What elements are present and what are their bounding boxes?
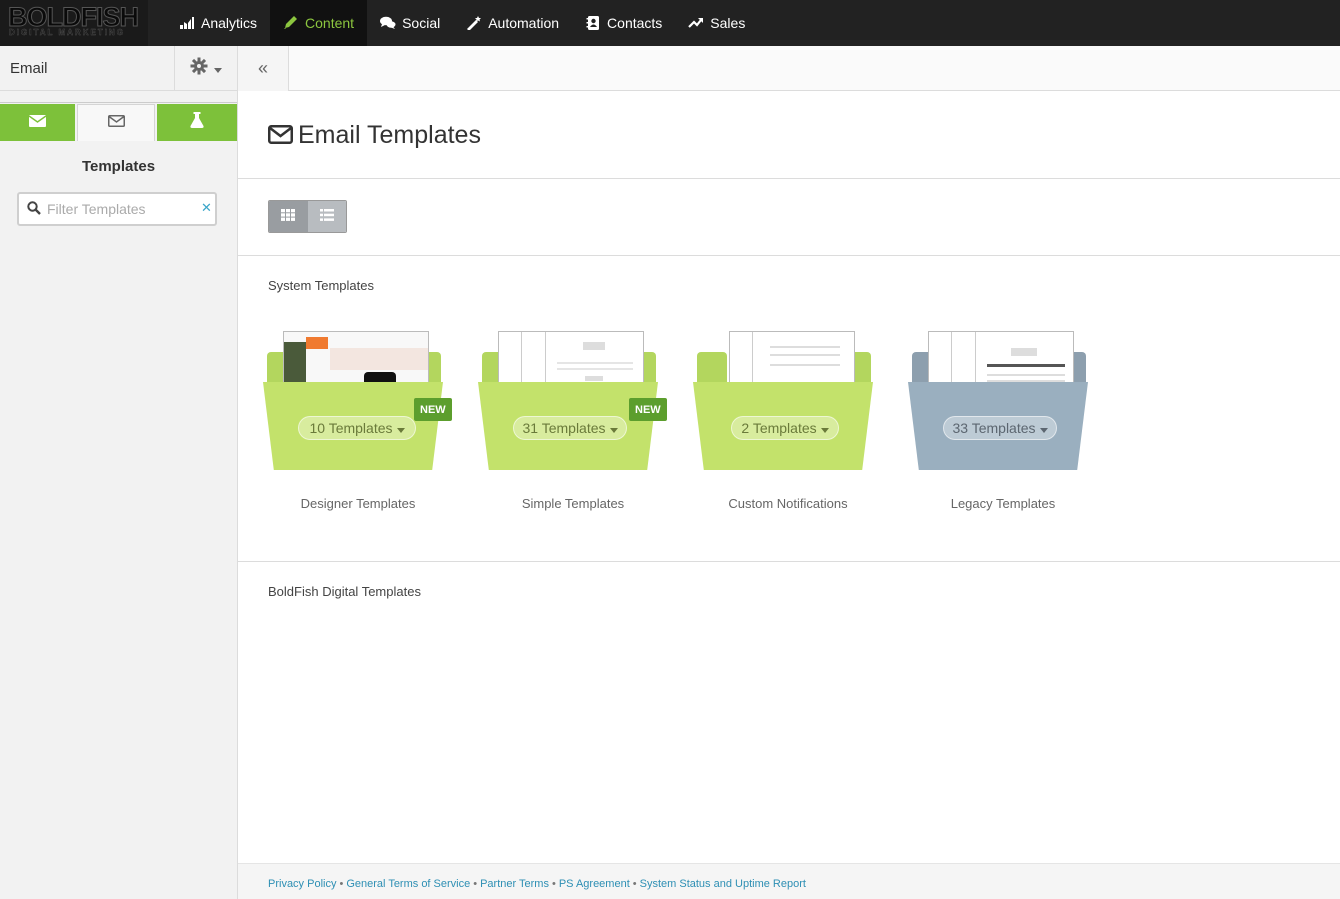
settings-dropdown-button[interactable] [174,46,237,91]
nav-analytics[interactable]: Analytics [166,0,270,46]
page-title: Email Templates [298,121,481,149]
footer-separator: • [551,878,556,890]
logo-wordmark: BOLDFISH [8,2,140,32]
chart-icon [179,16,195,30]
templates-count-label: 31 Templates [522,420,606,436]
magic-wand-icon [466,16,482,31]
logo-tagline: DIGITAL MARKETING [9,28,125,37]
system-status-link[interactable]: System Status and Uptime Report [640,878,806,890]
templates-count-label: 2 Templates [741,420,817,436]
terms-of-service-link[interactable]: General Terms of Service [346,878,470,890]
caret-down-icon [820,420,829,436]
caret-down-icon [609,420,618,436]
templates-count-dropdown[interactable]: 31 Templates [513,416,627,440]
nav-contacts[interactable]: Contacts [572,0,675,46]
caret-down-icon [214,60,222,78]
main-content: « Email Templates System Templates 10 Te… [238,46,1340,899]
nav-social[interactable]: Social [367,0,453,46]
main-toolbar: « [238,46,1340,91]
folder-name[interactable]: Designer Templates [263,496,453,511]
sidebar-tabs [0,104,237,141]
nav-label: Social [402,15,441,31]
sidebar-subbar [0,93,237,103]
sidebar-title: Email [10,60,48,77]
page-header: Email Templates [238,91,1340,179]
nav-content[interactable]: Content [270,0,368,46]
footer-separator: • [473,878,478,890]
sidebar-header: Email [0,46,237,91]
nav-label: Sales [710,15,746,31]
collapse-sidebar-button[interactable]: « [238,46,289,91]
templates-count-label: 10 Templates [309,420,393,436]
caret-down-icon [396,420,405,436]
filter-templates-input[interactable] [47,200,195,218]
templates-count-dropdown[interactable]: 2 Templates [731,416,839,440]
system-templates-heading: System Templates [268,278,374,293]
tab-email-testing[interactable] [157,104,237,141]
folder-name[interactable]: Simple Templates [478,496,668,511]
top-navbar: BOLDFISH DIGITAL MARKETING Analytics Con… [0,0,1340,46]
envelope-icon [28,114,47,132]
list-view-button[interactable] [307,201,346,232]
comments-icon [380,16,396,30]
nav-automation[interactable]: Automation [453,0,572,46]
divider [238,561,1340,562]
envelope-outline-icon [268,125,293,149]
folder-custom-notifications[interactable]: 2 Templates [693,330,883,515]
ps-agreement-link[interactable]: PS Agreement [559,878,630,890]
grid-icon [281,208,296,226]
main-nav: Analytics Content Social Automation Cont… [166,0,758,46]
gear-icon [190,57,208,80]
sidebar-section-title: Templates [81,158,156,175]
envelope-outline-icon [107,114,125,132]
privacy-policy-link[interactable]: Privacy Policy [268,878,336,890]
boldfish-templates-heading: BoldFish Digital Templates [268,584,421,599]
double-chevron-left-icon: « [257,58,268,78]
templates-count-label: 33 Templates [952,420,1036,436]
nav-label: Content [305,15,355,31]
partner-terms-link[interactable]: Partner Terms [480,878,549,890]
caret-down-icon [1039,420,1048,436]
pencil-icon [283,16,299,30]
sidebar: Email Templates Filter Templates ✕ [0,46,238,899]
view-toggle [268,200,347,233]
clear-icon[interactable]: ✕ [201,200,212,216]
new-badge: NEW [414,398,452,421]
tab-email-templates[interactable] [77,104,155,141]
boldfish-logo[interactable]: BOLDFISH DIGITAL MARKETING [0,0,148,46]
nav-sales[interactable]: Sales [675,0,758,46]
nav-label: Analytics [201,15,258,31]
search-icon [27,201,41,220]
folder-name[interactable]: Custom Notifications [693,496,883,511]
footer-separator: • [632,878,637,890]
folder-legacy-templates[interactable]: 33 Templates [908,330,1098,515]
list-icon [319,208,334,226]
trend-up-icon [688,16,704,30]
folder-back [697,352,727,382]
tab-email-campaigns[interactable] [0,104,75,141]
new-badge: NEW [629,398,667,421]
folder-name[interactable]: Legacy Templates [908,496,1098,511]
grid-view-button[interactable] [269,201,308,232]
templates-count-dropdown[interactable]: 33 Templates [943,416,1057,440]
filter-templates-field: ✕ [17,192,217,226]
footer-links: Privacy Policy • General Terms of Service •… [268,878,806,890]
address-book-icon [585,16,601,30]
divider [238,255,1340,256]
nav-label: Contacts [607,15,663,31]
templates-count-dropdown[interactable]: 10 Templates [298,416,416,440]
footer-separator: • [339,878,344,890]
footer: Privacy Policy • General Terms of Service •… [238,863,1340,899]
folder-designer-templates[interactable]: 10 Templates NEW [263,330,453,515]
nav-label: Automation [488,15,560,31]
flask-icon [190,112,204,133]
folder-simple-templates[interactable]: 31 Templates NEW [478,330,668,515]
